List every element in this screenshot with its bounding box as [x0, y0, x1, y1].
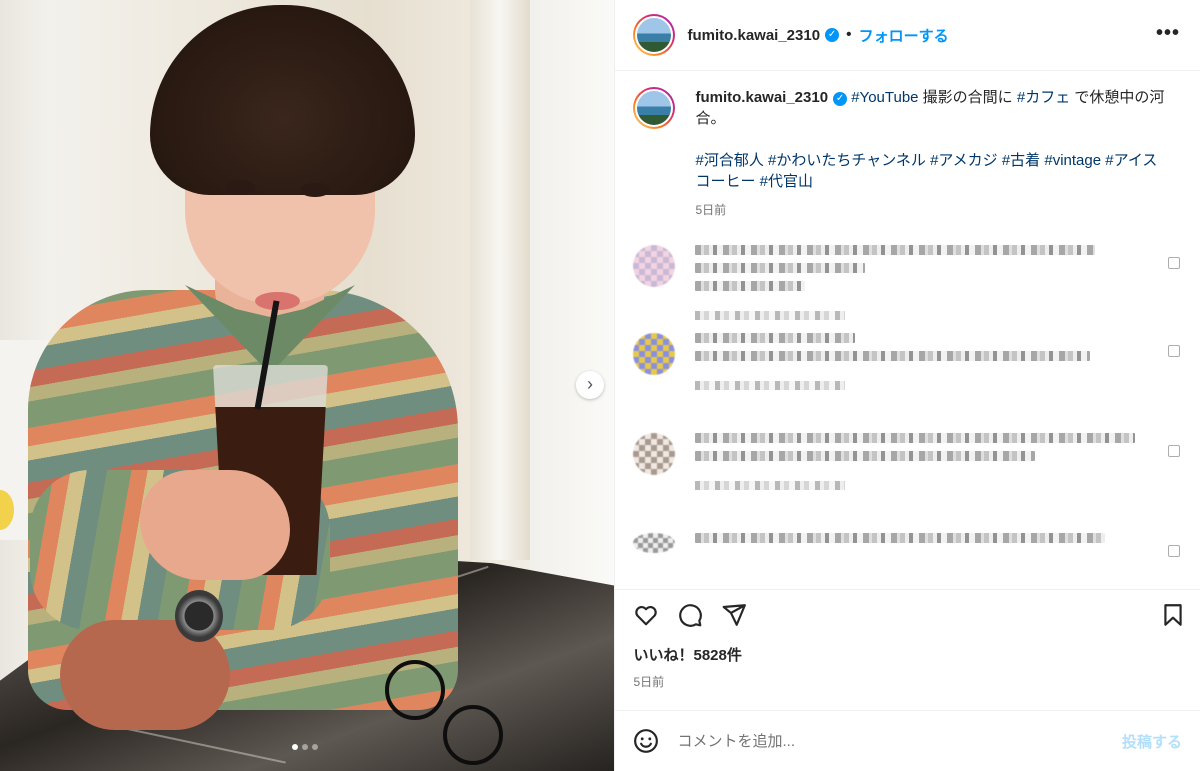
hashtag[interactable]: #古着 [1002, 152, 1040, 169]
caption-phrase: 撮影の合間に [918, 89, 1017, 106]
post-actions [615, 589, 1200, 640]
photo-hand [140, 470, 290, 580]
heart-icon[interactable] [633, 602, 659, 628]
hashtag[interactable]: #vintage [1044, 152, 1101, 169]
verified-badge-icon: ✓ [825, 28, 840, 42]
likes-count[interactable]: いいね！5828件 [615, 644, 1200, 665]
comment-like-icon[interactable] [1168, 445, 1180, 457]
chevron-right-icon[interactable]: › [576, 371, 604, 399]
pixelated-comment-text [695, 433, 1136, 533]
header-username[interactable]: fumito.kawai_2310 [687, 27, 820, 44]
share-icon[interactable] [721, 602, 747, 628]
wristwatch [175, 590, 223, 642]
post-side-panel: fumito.kawai_2310 ✓ • フォローする ••• fumito.… [614, 0, 1200, 771]
header-avatar[interactable] [633, 14, 676, 56]
photo-hair [150, 5, 415, 195]
add-comment-bar: 投稿する [615, 710, 1200, 771]
comment-icon[interactable] [677, 602, 703, 628]
caption: fumito.kawai_2310 ✓ #YouTube 撮影の合間に #カフェ … [633, 87, 1182, 221]
caption-avatar[interactable] [633, 87, 676, 129]
hashtag-youtube[interactable]: #YouTube [851, 89, 918, 106]
caption-username[interactable]: fumito.kawai_2310 [695, 89, 828, 106]
post-comment-button[interactable]: 投稿する [1122, 731, 1182, 752]
hashtag[interactable]: #かわいたちチャンネル [768, 152, 926, 169]
verified-badge-icon: ✓ [833, 92, 848, 106]
carousel-dots [292, 744, 318, 750]
comments-scroll-area[interactable]: fumito.kawai_2310 ✓ #YouTube 撮影の合間に #カフェ … [615, 71, 1200, 589]
comment-item [633, 245, 1182, 333]
instagram-post: › fumito.kawai_2310 ✓ • フォローする ••• fumit… [0, 0, 1200, 771]
comment-item [633, 533, 1182, 563]
pixelated-comment-text [695, 333, 1091, 433]
post-header: fumito.kawai_2310 ✓ • フォローする ••• [615, 0, 1200, 71]
emoji-icon[interactable] [633, 728, 659, 754]
carousel-dot [312, 744, 318, 750]
pixelated-comment-text [695, 533, 1106, 563]
photo-wall-right [530, 0, 615, 620]
comment-like-icon[interactable] [1168, 345, 1180, 357]
post-photo[interactable]: › [0, 0, 615, 771]
caption-text: fumito.kawai_2310 ✓ #YouTube 撮影の合間に #カフェ … [695, 87, 1170, 221]
follow-button[interactable]: フォローする [859, 25, 949, 46]
sunglasses [385, 660, 515, 765]
comment-avatar[interactable] [633, 433, 676, 475]
hashtag-cafe[interactable]: #カフェ [1017, 89, 1070, 106]
post-date: 5日前 [633, 675, 665, 689]
photo-eye-left [225, 180, 255, 194]
photo-eye-right [300, 183, 330, 197]
hashtag[interactable]: #アメカジ [930, 152, 998, 169]
comment-item [633, 433, 1182, 533]
carousel-dot [302, 744, 308, 750]
caption-time: 5日前 [695, 203, 727, 217]
more-options-icon[interactable]: ••• [1156, 22, 1180, 45]
photo-wall [470, 0, 530, 560]
hashtag[interactable]: #代官山 [760, 173, 813, 190]
pixelated-comment-text [695, 245, 1096, 333]
carousel-dot [292, 744, 298, 750]
comment-like-icon[interactable] [1168, 257, 1180, 269]
comment-avatar[interactable] [633, 533, 676, 553]
hashtag[interactable]: #河合郁人 [695, 152, 763, 169]
comment-avatar[interactable] [633, 245, 676, 287]
comment-item [633, 333, 1182, 433]
bookmark-icon[interactable] [1160, 602, 1186, 628]
comment-input[interactable] [675, 731, 1080, 751]
header-separator: • [846, 26, 852, 43]
caption-hashtags: #河合郁人 #かわいたちチャンネル #アメカジ #古着 #vintage #アイ… [695, 150, 1170, 192]
comment-like-icon[interactable] [1168, 545, 1180, 557]
comment-avatar[interactable] [633, 333, 676, 375]
